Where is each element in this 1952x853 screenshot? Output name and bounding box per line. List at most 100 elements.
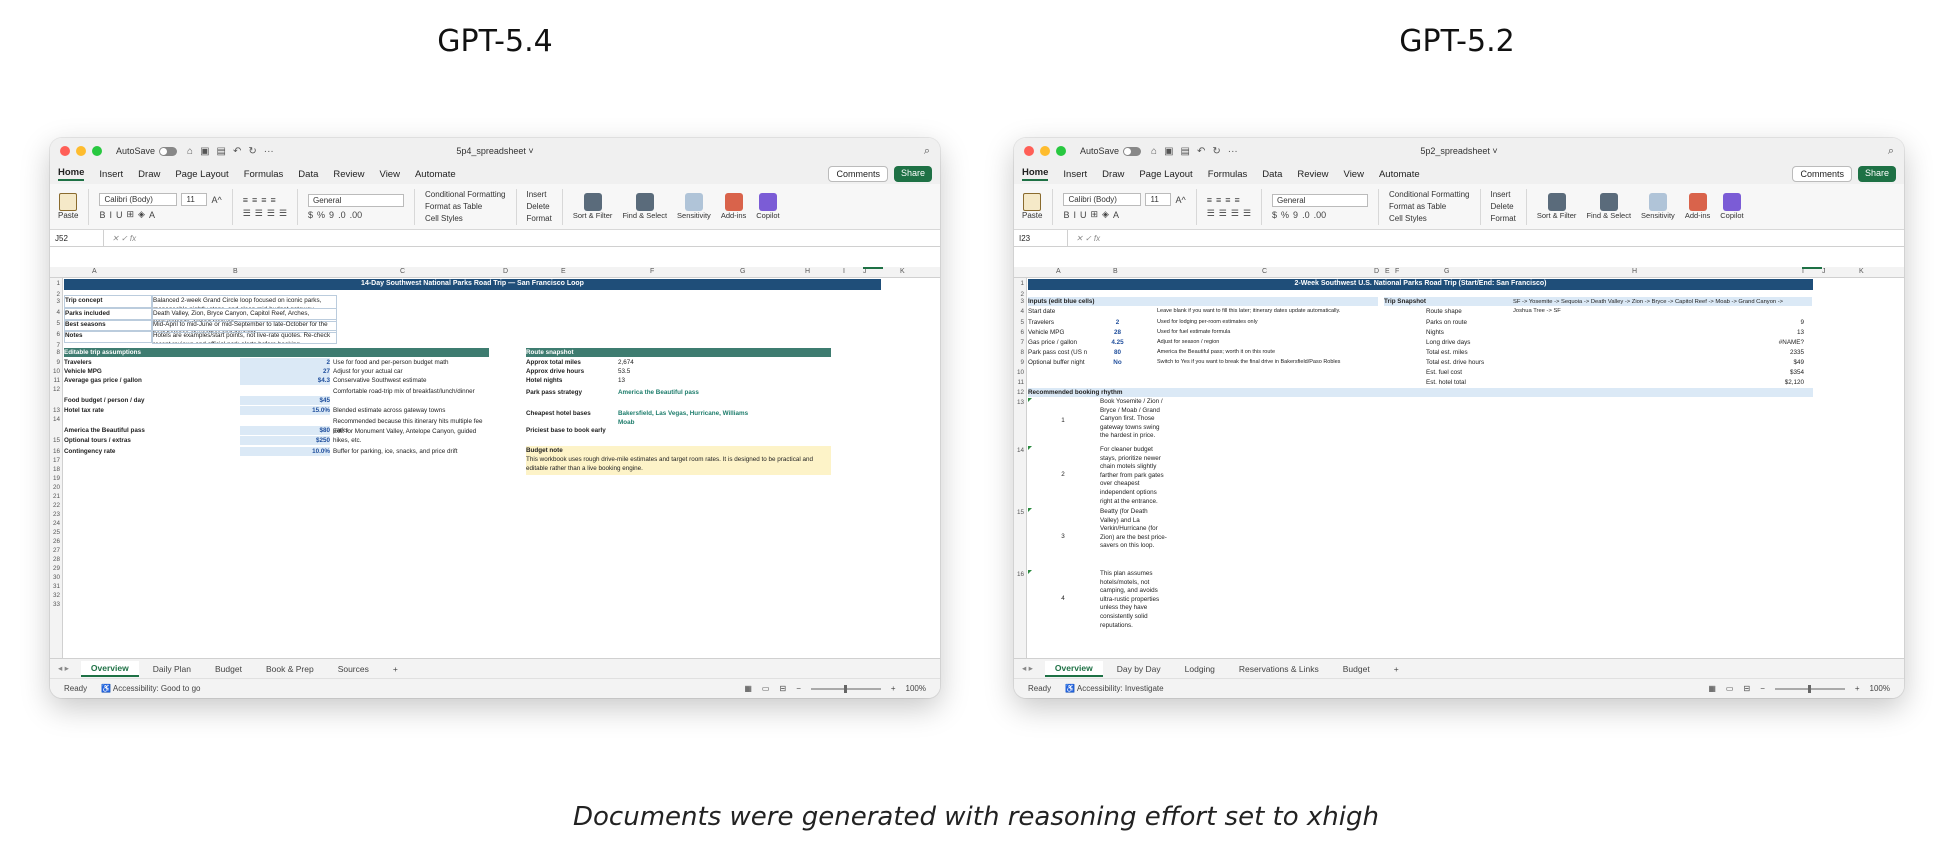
row-header[interactable]: 15 (1017, 509, 1024, 516)
row-header[interactable]: 27 (53, 547, 60, 554)
comments-button[interactable]: Comments (1792, 166, 1852, 182)
column-header-d[interactable]: D (1374, 268, 1379, 275)
row-header[interactable]: 8 (56, 349, 60, 356)
delete-button[interactable]: Delete (527, 202, 552, 211)
format-as-table-button[interactable]: Format as Table (1389, 202, 1469, 211)
number-format-select[interactable]: General (308, 193, 405, 207)
grow-font-icon[interactable]: A^ (1175, 195, 1185, 205)
menu-tab-automate[interactable]: Automate (1379, 169, 1420, 180)
row-header[interactable]: 16 (1017, 571, 1024, 578)
save-icon[interactable]: ▣ (200, 146, 209, 157)
font-color-icon[interactable]: A (149, 210, 155, 220)
find-select-button[interactable]: Find & Select (1586, 193, 1631, 220)
name-box[interactable]: J52 (50, 230, 104, 246)
page-break-icon[interactable]: ⊟ (1743, 684, 1750, 693)
column-header-g[interactable]: G (1444, 268, 1449, 275)
home-icon[interactable]: ⌂ (187, 146, 193, 157)
accessibility-status[interactable]: ♿ Accessibility: Investigate (1065, 684, 1163, 693)
format-button[interactable]: Format (527, 214, 552, 223)
align-middle-icon[interactable]: ≡ (252, 195, 257, 205)
row-header[interactable]: 16 (53, 448, 60, 455)
align-right-icon[interactable]: ☰ (267, 208, 275, 219)
redo-icon[interactable]: ↻ (248, 146, 256, 157)
sheet-tab-overview[interactable]: Overview (80, 660, 139, 677)
zoom-level[interactable]: 100% (1870, 684, 1890, 693)
sheet-tab-daily-plan[interactable]: Daily Plan (143, 662, 201, 676)
row-header[interactable]: 10 (1017, 369, 1024, 376)
align-bottom-icon[interactable]: ≡ (261, 195, 266, 205)
row-header[interactable]: 33 (53, 601, 60, 608)
minimize-window-button[interactable] (1040, 146, 1050, 156)
percent-icon[interactable]: % (317, 210, 325, 220)
close-window-button[interactable] (60, 146, 70, 156)
decrease-decimal-icon[interactable]: .00 (1314, 210, 1327, 220)
menu-tab-data[interactable]: Data (1262, 169, 1282, 180)
row-header[interactable]: 24 (53, 520, 60, 527)
merge-icon[interactable]: ☰ (279, 208, 287, 219)
conditional-formatting-button[interactable]: Conditional Formatting (1389, 190, 1469, 199)
fx-icon[interactable]: ✕ ✓ fx (104, 234, 144, 243)
row-header[interactable]: 30 (53, 574, 60, 581)
sheet-tab-overview[interactable]: Overview (1044, 660, 1103, 677)
font-family-select[interactable]: Calibri (Body) (1063, 193, 1142, 206)
sensitivity-button[interactable]: Sensitivity (677, 193, 711, 220)
column-header-j[interactable]: J (863, 268, 867, 275)
row-header[interactable]: 5 (1020, 319, 1024, 326)
row-header[interactable]: 26 (53, 538, 60, 545)
menu-tab-page-layout[interactable]: Page Layout (175, 169, 228, 180)
row-header[interactable]: 9 (1020, 359, 1024, 366)
menu-tab-view[interactable]: View (380, 169, 400, 180)
row-header[interactable]: 4 (1020, 308, 1024, 315)
row-header[interactable]: 8 (1020, 349, 1024, 356)
number-format-select[interactable]: General (1272, 193, 1369, 207)
font-size-select[interactable]: 11 (1145, 193, 1172, 206)
document-title[interactable]: 5p2_spreadsheet ˅ (1420, 146, 1497, 156)
print-icon[interactable]: ▤ (1181, 146, 1190, 157)
menu-tab-formulas[interactable]: Formulas (244, 169, 284, 180)
row-header[interactable]: 12 (1017, 389, 1024, 396)
align-top-icon[interactable]: ≡ (243, 195, 248, 205)
document-title[interactable]: 5p4_spreadsheet ˅ (456, 146, 533, 156)
grow-font-icon[interactable]: A^ (211, 195, 221, 205)
share-button[interactable]: Share (1857, 166, 1896, 182)
cell-styles-button[interactable]: Cell Styles (425, 214, 505, 223)
worksheet-grid[interactable]: ABCDEFGHIJK 1 2 3 4 5 6 7 8 9 10 11 12 13 14 15 16 17 18 1… (50, 267, 940, 658)
column-header-i[interactable]: I (843, 268, 845, 275)
row-header[interactable]: 9 (56, 359, 60, 366)
sort-filter-button[interactable]: Sort & Filter (1537, 193, 1576, 220)
wrap-text-icon[interactable]: ≡ (271, 195, 276, 205)
sheet-tab-book-prep[interactable]: Book & Prep (256, 662, 324, 676)
menu-tab-formulas[interactable]: Formulas (1208, 169, 1248, 180)
font-color-icon[interactable]: A (1113, 210, 1119, 220)
row-header[interactable]: 7 (1020, 339, 1024, 346)
sheet-nav-arrows[interactable]: ◂ ▸ (1022, 663, 1033, 674)
page-layout-icon[interactable]: ▭ (762, 684, 770, 693)
menu-tab-draw[interactable]: Draw (1102, 169, 1124, 180)
column-header-e[interactable]: E (1385, 268, 1390, 275)
menu-tab-insert[interactable]: Insert (1063, 169, 1087, 180)
column-header-k[interactable]: K (900, 268, 905, 275)
sensitivity-button[interactable]: Sensitivity (1641, 193, 1675, 220)
zoom-window-button[interactable] (1056, 146, 1066, 156)
column-header-i[interactable]: I (1802, 268, 1804, 275)
font-size-select[interactable]: 11 (181, 193, 208, 206)
row-header[interactable]: 10 (53, 368, 60, 375)
fx-icon[interactable]: ✕ ✓ fx (1068, 234, 1108, 243)
italic-icon[interactable]: I (1073, 210, 1076, 220)
format-button[interactable]: Format (1491, 214, 1516, 223)
normal-view-icon[interactable]: ▦ (1708, 684, 1716, 693)
row-header[interactable]: 28 (53, 556, 60, 563)
row-header[interactable]: 6 (1020, 329, 1024, 336)
align-right-icon[interactable]: ☰ (1231, 208, 1239, 219)
normal-view-icon[interactable]: ▦ (744, 684, 752, 693)
menu-tab-review[interactable]: Review (333, 169, 364, 180)
column-header-g[interactable]: G (740, 268, 745, 275)
bold-icon[interactable]: B (1063, 210, 1069, 220)
page-layout-icon[interactable]: ▭ (1726, 684, 1734, 693)
row-header[interactable]: 23 (53, 511, 60, 518)
row-header[interactable]: 13 (1017, 399, 1024, 406)
add-sheet-button[interactable]: + (383, 662, 408, 676)
accessibility-status[interactable]: ♿ Accessibility: Good to go (101, 684, 200, 693)
close-window-button[interactable] (1024, 146, 1034, 156)
sheet-nav-arrows[interactable]: ◂ ▸ (58, 663, 69, 674)
